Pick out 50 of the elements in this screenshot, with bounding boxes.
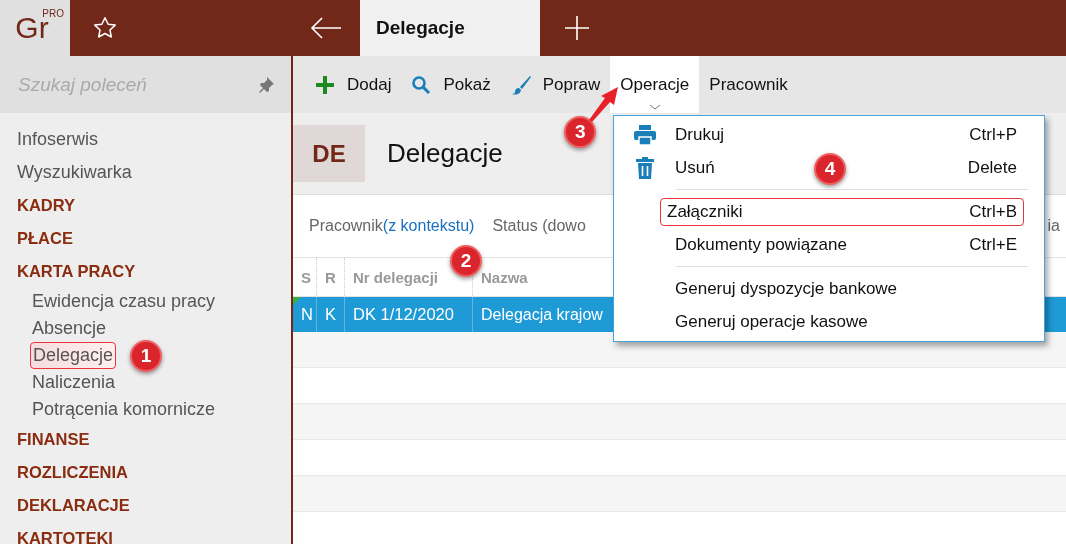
star-icon[interactable] <box>92 15 118 41</box>
back-arrow-icon[interactable] <box>308 16 343 40</box>
plus-icon <box>315 74 335 95</box>
sidebar-item[interactable]: KARTOTEKI <box>0 522 291 544</box>
shortcut-label: Ctrl+B <box>969 201 1017 222</box>
sidebar-item[interactable]: Wyszukiwarka <box>0 156 291 189</box>
menu-item[interactable]: Dokumenty powiązane <box>675 234 847 255</box>
table-cell-text: Delegacja krajow <box>480 304 604 325</box>
filter-label[interactable]: ia <box>1047 217 1060 235</box>
menu-item[interactable]: Usuń <box>675 157 715 178</box>
toolbar-button[interactable]: Operacje <box>610 56 700 113</box>
page-title: Delegacje <box>387 138 503 169</box>
plus-icon[interactable] <box>564 15 590 41</box>
shortcut-label: Delete <box>967 157 1017 178</box>
filter-label[interactable]: Pracownik(z kontekstu) <box>309 217 475 235</box>
sidebar-item[interactable]: KARTA PRACY <box>0 255 291 288</box>
filter-label[interactable]: Status (dowo <box>492 217 586 235</box>
printer-icon <box>634 124 656 145</box>
sidebar-item[interactable]: Infoserwis <box>0 123 291 156</box>
sidebar-item[interactable]: Potrącenia komornicze <box>32 396 219 423</box>
sidebar-item[interactable]: ROZLICZENIA <box>0 456 291 489</box>
toolbar-button[interactable]: Dodaj <box>305 56 402 113</box>
sidebar-item[interactable]: Naliczenia <box>32 369 119 396</box>
sidebar-item[interactable]: Delegacje <box>30 342 117 369</box>
chevron-icon <box>648 104 661 110</box>
sidebar-item[interactable]: KADRY <box>0 189 291 222</box>
app-logo: Gr$^{PRO}$ <box>0 0 70 56</box>
search-icon <box>411 74 432 95</box>
toolbar-button[interactable]: Pracownik <box>699 56 798 113</box>
sidebar-item[interactable]: Absencje <box>32 315 110 342</box>
sidebar-item[interactable]: Ewidencja czasu pracy <box>32 288 219 315</box>
pin-icon[interactable] <box>257 75 275 94</box>
status-flag <box>293 297 301 305</box>
menu-item[interactable]: Drukuj <box>675 124 725 145</box>
callout-badge: 4 <box>814 153 846 185</box>
shortcut-label: Ctrl+P <box>969 124 1017 145</box>
callout-badge: 2 <box>450 245 482 277</box>
tab[interactable]: Delegacje <box>360 0 540 56</box>
callout-badge: 1 <box>130 340 162 372</box>
module-badge: DE <box>293 125 365 182</box>
sidebar-item[interactable]: DEKLARACJE <box>0 489 291 522</box>
trash-icon <box>636 156 654 179</box>
sidebar-item[interactable]: FINANSE <box>0 423 291 456</box>
menu-item[interactable]: Załączniki <box>667 201 743 222</box>
toolbar-button[interactable]: Popraw <box>500 56 611 113</box>
menu-item[interactable]: Generuj operacje kasowe <box>675 311 868 332</box>
sidebar-item[interactable]: PŁACE <box>0 222 291 255</box>
menu-item[interactable]: Generuj dyspozycje bankowe <box>675 278 898 299</box>
toolbar-button[interactable]: Pokaż <box>401 56 501 113</box>
shortcut-label: Ctrl+E <box>969 234 1017 255</box>
